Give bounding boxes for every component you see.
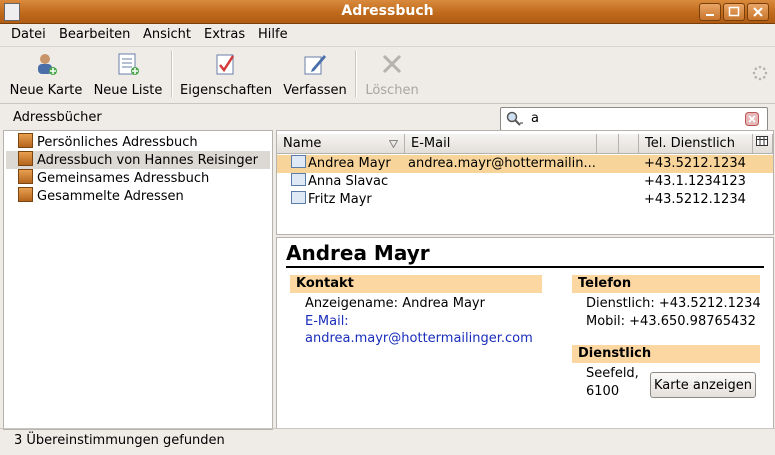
cell-name: Fritz Mayr [308, 192, 372, 207]
menu-bearbeiten[interactable]: Bearbeiten [59, 27, 130, 42]
address-book-item[interactable]: Persönliches Adressbuch [18, 133, 198, 151]
address-book-item[interactable]: Gemeinsames Adressbuch [18, 169, 209, 187]
contact-detail-pane: Andrea Mayr Kontakt Anzeigename: Andrea … [276, 237, 774, 429]
phone-mobile: Mobil: +43.650.98765432 [586, 314, 756, 329]
column-picker-icon [756, 136, 768, 146]
contact-list: Name E-Mail Tel. Dienstlich Andrea Mayr … [276, 130, 774, 235]
search-icon [506, 111, 523, 126]
address-book-item-selected[interactable]: Adressbuch von Hannes Reisinger [6, 151, 270, 169]
column-picker[interactable] [753, 134, 773, 154]
table-row[interactable]: Anna Slavac +43.1.1234123 [277, 173, 773, 191]
title-bar: Adressbuch [0, 0, 775, 24]
cell-phone: +43.5212.1234 [644, 156, 746, 171]
address-books-heading: Adressbücher [13, 110, 102, 125]
properties-button[interactable]: Eigenschaften [180, 51, 272, 98]
show-map-button[interactable]: Karte anzeigen [650, 372, 756, 398]
cell-email: andrea.mayr@hottermailin... [408, 156, 596, 171]
contact-card-icon [291, 173, 306, 186]
column-header-name[interactable]: Name [277, 134, 405, 154]
address-book-icon [18, 151, 33, 166]
email-label: E-Mail: [305, 314, 349, 329]
cell-name: Anna Slavac [308, 174, 389, 189]
toolbar-separator [171, 51, 173, 97]
table-row[interactable]: Fritz Mayr +43.5212.1234 [277, 191, 773, 209]
menu-hilfe[interactable]: Hilfe [258, 27, 288, 42]
maximize-button[interactable] [723, 3, 745, 21]
section-work: Dienstlich [572, 345, 760, 363]
close-button[interactable] [747, 3, 769, 21]
contact-name-heading: Andrea Mayr [286, 241, 430, 265]
menu-ansicht[interactable]: Ansicht [143, 27, 191, 42]
contact-card-icon [291, 191, 306, 204]
address-book-icon [18, 187, 33, 202]
toolbar-separator [355, 51, 357, 97]
divider [286, 266, 764, 268]
work-city: Seefeld, [586, 366, 639, 381]
compose-icon [304, 55, 326, 75]
delete-icon [382, 54, 402, 74]
compose-label: Verfassen [283, 83, 347, 98]
address-book-icon [18, 133, 33, 148]
column-header-empty[interactable] [597, 134, 619, 154]
phone-work: Dienstlich: +43.5212.1234 [586, 296, 761, 311]
new-card-icon [38, 54, 57, 75]
window-title: Adressbuch [341, 3, 434, 19]
minimize-button[interactable] [699, 3, 721, 21]
section-contact: Kontakt [290, 275, 542, 293]
status-bar: 3 Übereinstimmungen gefunden [0, 428, 775, 455]
delete-label: Löschen [365, 83, 419, 98]
menu-extras[interactable]: Extras [204, 27, 245, 42]
contact-card-icon [291, 155, 306, 168]
address-book-item[interactable]: Gesammelte Adressen [18, 187, 184, 205]
address-book-list: Persönliches Adressbuch Adressbuch von H… [3, 130, 273, 430]
email-link[interactable]: andrea.mayr@hottermailinger.com [305, 331, 533, 346]
search-input[interactable]: a [500, 107, 768, 131]
sort-icon [389, 140, 398, 148]
cell-name: Andrea Mayr [308, 156, 391, 171]
column-header-email[interactable]: E-Mail [405, 134, 597, 154]
throbber-icon [752, 65, 768, 81]
menu-bar: Datei Bearbeiten Ansicht Extras Hilfe [0, 24, 775, 46]
section-phone: Telefon [572, 275, 760, 293]
compose-button[interactable]: Verfassen [281, 51, 349, 98]
status-text: 3 Übereinstimmungen gefunden [14, 433, 225, 448]
table-row-selected[interactable]: Andrea Mayr andrea.mayr@hottermailin... … [277, 155, 773, 173]
new-list-label: Neue Liste [93, 83, 163, 98]
clear-search-icon[interactable] [745, 112, 759, 126]
address-book-icon [18, 169, 33, 184]
properties-label: Eigenschaften [180, 83, 273, 98]
toolbar: Neue Karte Neue Liste Eigenschaften Verf… [0, 46, 775, 104]
cell-phone: +43.1.1234123 [644, 174, 746, 189]
display-name: Anzeigename: Andrea Mayr [305, 296, 485, 311]
new-list-button[interactable]: Neue Liste [93, 51, 163, 98]
new-list-icon [118, 53, 139, 75]
column-header-phone[interactable]: Tel. Dienstlich [639, 134, 753, 154]
menu-datei[interactable]: Datei [11, 27, 46, 42]
new-card-button[interactable]: Neue Karte [9, 51, 83, 98]
work-zip: 6100 [586, 384, 620, 399]
delete-button[interactable]: Löschen [362, 51, 422, 98]
column-header-empty[interactable] [619, 134, 639, 154]
cell-phone: +43.5212.1234 [644, 192, 746, 207]
search-value: a [531, 111, 539, 126]
properties-icon [216, 54, 235, 75]
new-card-label: Neue Karte [9, 83, 83, 98]
